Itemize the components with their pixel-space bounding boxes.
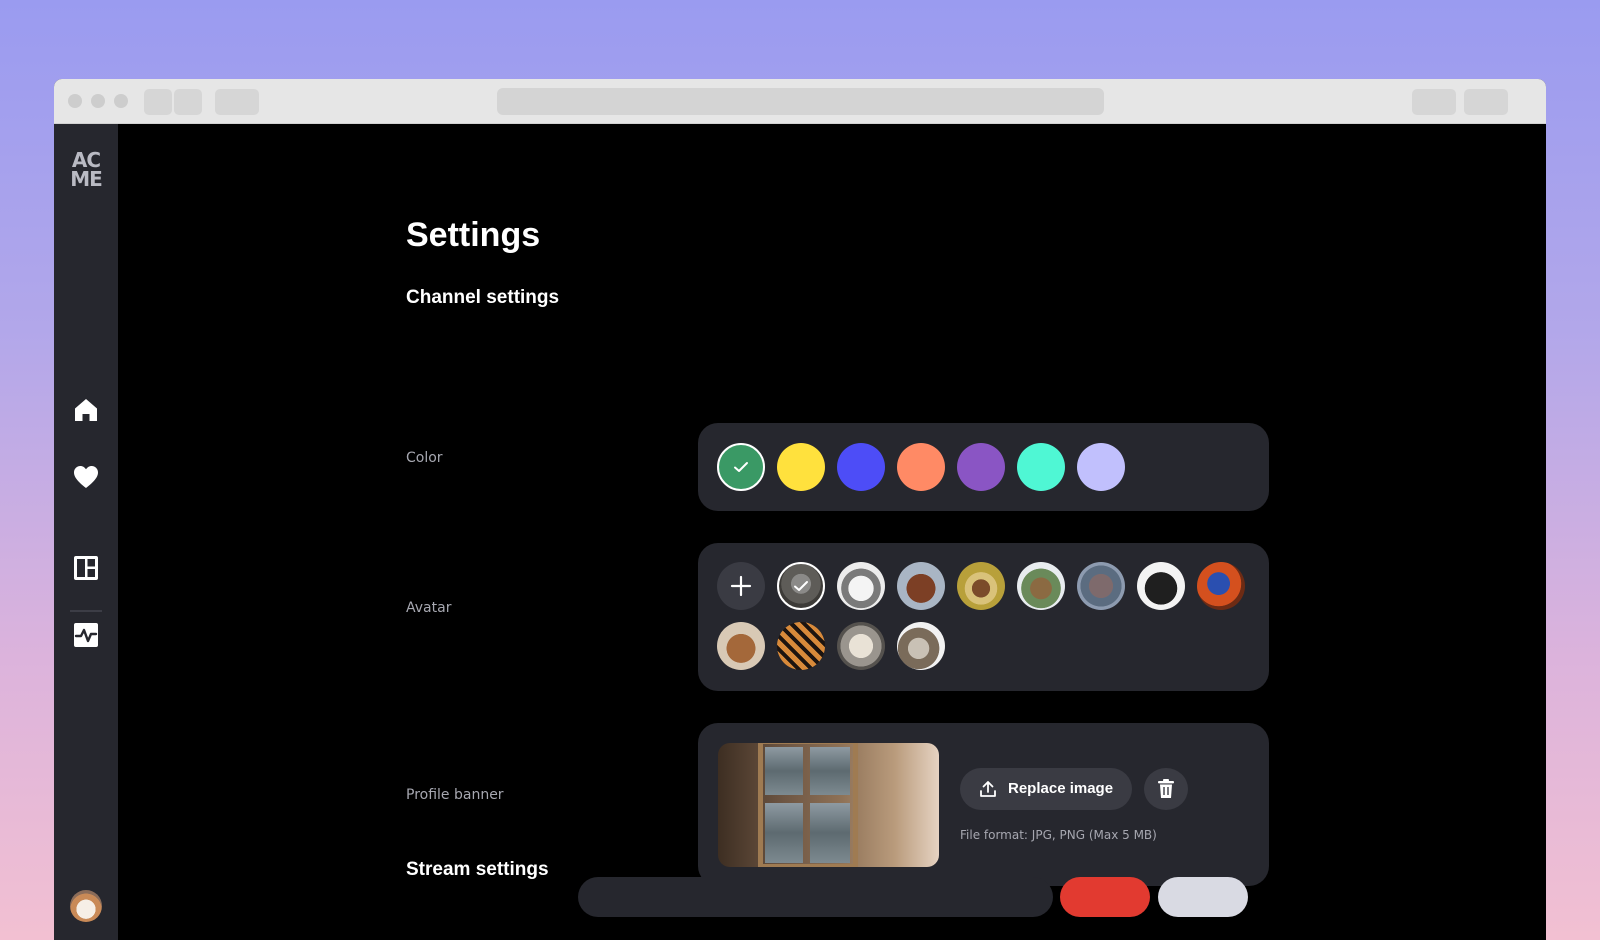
stream-key-field[interactable] (578, 877, 1053, 917)
check-icon (734, 462, 748, 472)
color-swatch-purple[interactable] (957, 443, 1005, 491)
avatar-option-giraffe[interactable] (1017, 562, 1065, 610)
avatar-option-sheep[interactable] (837, 622, 885, 670)
heart-icon (74, 466, 98, 488)
color-swatch-lavender[interactable] (1077, 443, 1125, 491)
avatar-option-hippo[interactable] (1077, 562, 1125, 610)
replace-image-label: Replace image (1008, 780, 1114, 797)
plus-icon (730, 575, 752, 597)
window-pane (810, 747, 850, 795)
window-pane (765, 803, 803, 863)
forward-button[interactable] (174, 89, 202, 115)
main-content: Settings Channel settings Color Avatar P… (118, 124, 1546, 940)
profile-banner-card: Replace image File format: JPG, PNG (Max… (698, 723, 1269, 886)
avatar-option-tiger[interactable] (777, 622, 825, 670)
sidebar-divider (70, 610, 102, 612)
browser-window: AC ME Settings Channel settings Color Av… (54, 79, 1546, 940)
sidebar-item-dashboard[interactable] (72, 554, 100, 582)
avatar-option-bear[interactable] (717, 622, 765, 670)
profile-banner-label: Profile banner (406, 787, 504, 803)
sidebar-item-favorites[interactable] (72, 463, 100, 491)
stream-settings-heading: Stream settings (406, 859, 549, 880)
window-close-dot[interactable] (68, 94, 82, 108)
sidebar-item-activity[interactable] (72, 621, 100, 649)
upload-icon (980, 781, 996, 797)
avatar-label: Avatar (406, 600, 452, 616)
channel-settings-heading: Channel settings (406, 287, 560, 308)
sidebar: AC ME (54, 124, 118, 940)
home-icon (75, 399, 97, 421)
window-pane (810, 803, 850, 863)
avatar-picker-card (698, 543, 1269, 691)
avatar-option-horse[interactable] (897, 562, 945, 610)
tabs-button[interactable] (1464, 89, 1508, 115)
replace-image-button[interactable]: Replace image (960, 768, 1132, 810)
logo-line-2: ME (70, 167, 103, 191)
avatar-option-antelope[interactable] (957, 562, 1005, 610)
avatar-option-pug[interactable] (1137, 562, 1185, 610)
color-swatch-orange[interactable] (897, 443, 945, 491)
check-icon (794, 581, 808, 591)
acme-logo[interactable]: AC ME (54, 150, 118, 191)
banner-preview-image (718, 743, 939, 867)
back-button[interactable] (144, 89, 172, 115)
window-minimize-dot[interactable] (91, 94, 105, 108)
browser-chrome (54, 79, 1546, 124)
stream-danger-button[interactable] (1060, 877, 1150, 917)
sidebar-item-home[interactable] (72, 396, 100, 424)
trash-icon (1158, 779, 1174, 798)
avatar-option-parrot[interactable] (1197, 562, 1245, 610)
color-label: Color (406, 450, 443, 466)
color-swatch-blue[interactable] (837, 443, 885, 491)
file-format-hint: File format: JPG, PNG (Max 5 MB) (960, 828, 1157, 842)
stream-secondary-button[interactable] (1158, 877, 1248, 917)
color-swatch-yellow[interactable] (777, 443, 825, 491)
activity-icon (74, 623, 98, 647)
color-swatch-green[interactable] (717, 443, 765, 491)
address-bar[interactable] (497, 88, 1104, 115)
dashboard-icon (74, 556, 98, 580)
avatar-option-dog[interactable] (837, 562, 885, 610)
add-avatar-button[interactable] (717, 562, 765, 610)
avatar-option-cat[interactable] (777, 562, 825, 610)
sidebar-toggle-button[interactable] (215, 89, 259, 115)
color-swatch-aqua[interactable] (1017, 443, 1065, 491)
share-button[interactable] (1412, 89, 1456, 115)
delete-banner-button[interactable] (1144, 768, 1188, 810)
page-title: Settings (406, 216, 541, 254)
window-pane (765, 747, 803, 795)
color-picker-card (698, 423, 1269, 511)
avatar-option-hedgehog[interactable] (897, 622, 945, 670)
user-avatar[interactable] (70, 890, 102, 922)
window-maximize-dot[interactable] (114, 94, 128, 108)
